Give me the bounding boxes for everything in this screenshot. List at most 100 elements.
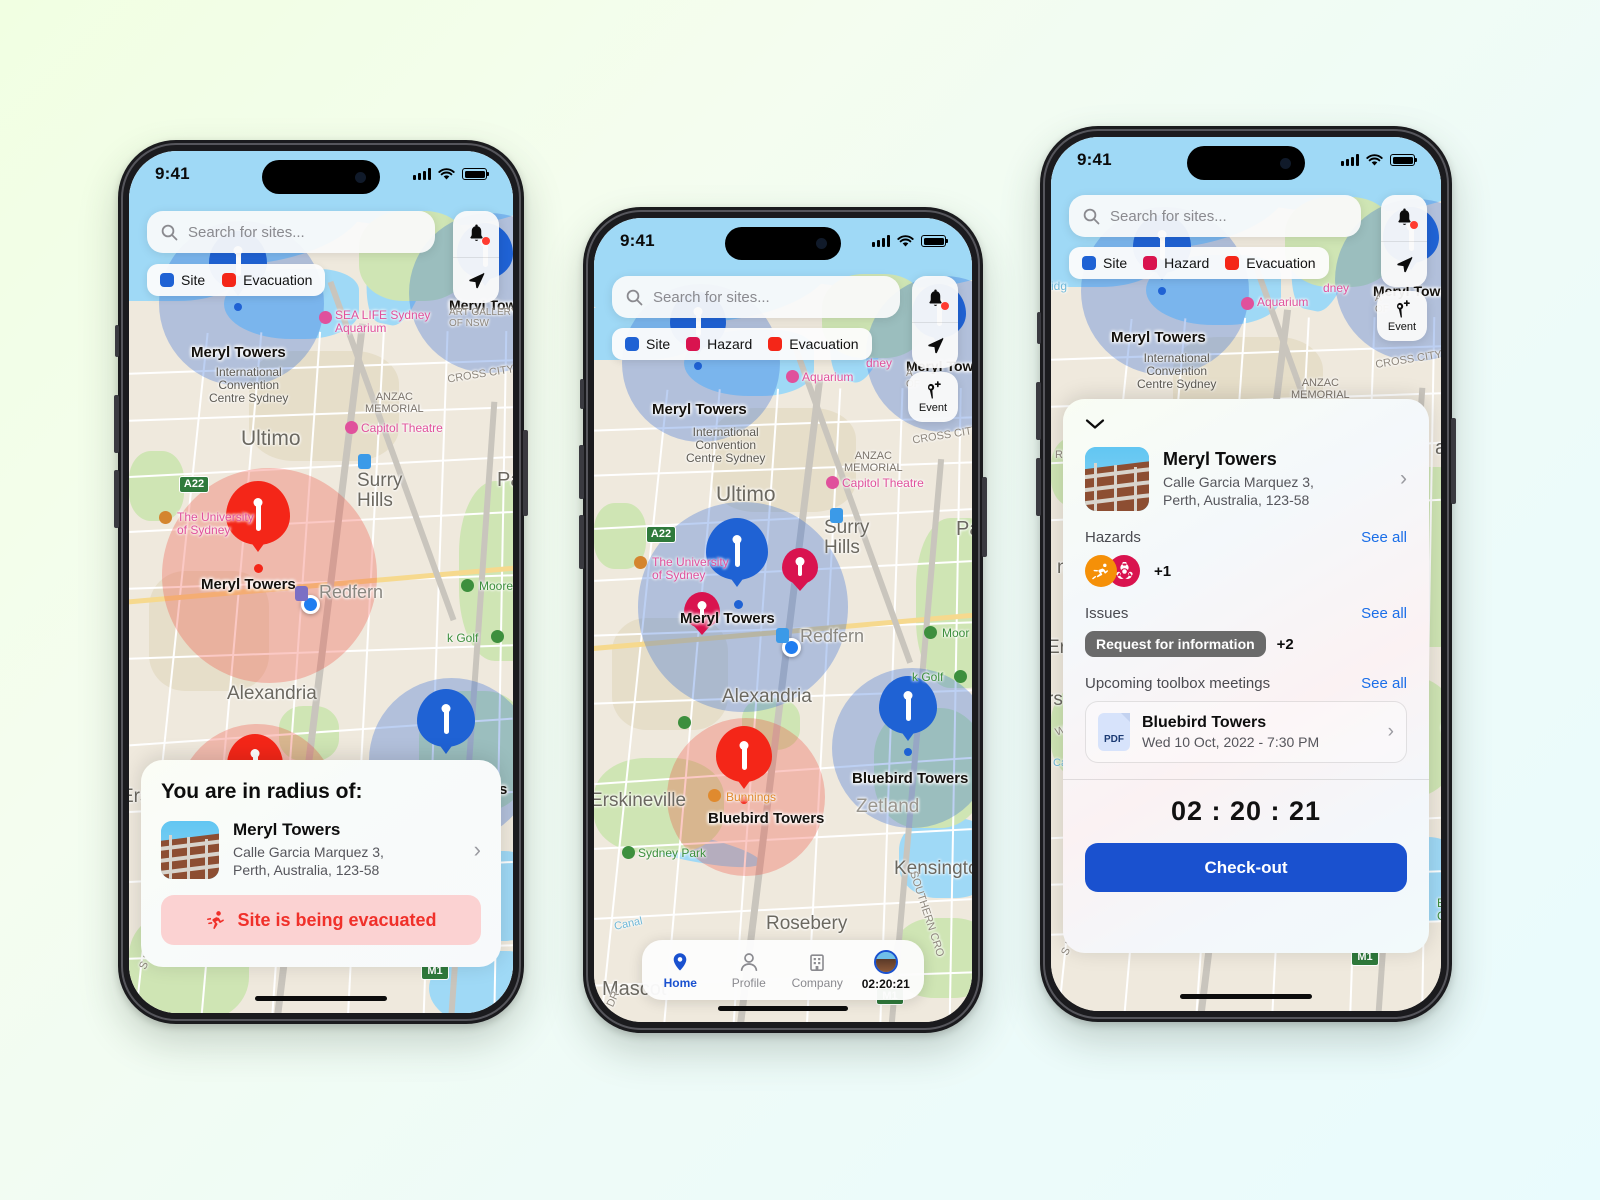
tab-label-timer: 02:20:21 (861, 976, 910, 991)
map-label-convention-centre-2: International Convention Centre Sydney (686, 425, 766, 465)
issue-chip-request-for-information[interactable]: Request for information (1085, 631, 1266, 657)
home-indicator-1 (255, 996, 387, 1001)
running-person-icon (207, 910, 225, 929)
issues-more-count: +2 (1276, 635, 1294, 653)
add-event-button-3[interactable]: Event (1377, 291, 1427, 341)
wifi-icon-2 (897, 234, 914, 246)
notifications-button[interactable] (453, 211, 499, 257)
map-controls-2 (912, 276, 958, 368)
battery-icon (462, 168, 487, 180)
map-legend-1: Site Evacuation (147, 264, 326, 296)
legend-label-site-2: Site (646, 336, 671, 352)
tab-timer[interactable]: 02:20:21 (852, 949, 921, 991)
site-address-line-2: Perth, Australia, 123-58 (233, 862, 380, 878)
site-summary-row[interactable]: Meryl Towers Calle Garcia Marquez 3, Per… (161, 820, 481, 879)
map-pin-evacuation-bluebird-2[interactable] (716, 726, 772, 782)
map-label-university-of-sydney: The University of Sydney (177, 510, 254, 537)
map-pin-site-bluebird[interactable] (417, 689, 475, 747)
site-detail-row[interactable]: Meryl Towers Calle Garcia Marquez 3, Per… (1085, 447, 1407, 511)
map-label-meryl-towers-n2: Meryl Towers (652, 401, 747, 418)
check-out-button[interactable]: Check-out (1085, 843, 1407, 892)
issues-list: Request for information +2 (1085, 631, 1407, 657)
poi-dot-moore-park-2 (924, 626, 937, 639)
meeting-name: Bluebird Towers (1142, 714, 1267, 731)
hazards-label: Hazards (1085, 529, 1141, 546)
front-camera-icon-3 (1280, 157, 1291, 169)
search-placeholder-3: Search for sites... (1110, 207, 1227, 225)
status-bar-3: 9:41 (1051, 137, 1441, 183)
tab-profile[interactable]: Profile (715, 951, 784, 990)
map-label-rosebery-2: Rosebery (766, 913, 848, 934)
search-input-2[interactable]: Search for sites... (612, 276, 900, 318)
cellular-bars-icon-3 (1341, 154, 1359, 166)
add-event-label: Event (918, 401, 948, 414)
slip-fall-glyph (1091, 563, 1108, 579)
add-event-button-2[interactable]: Event (908, 372, 958, 422)
locate-me-button-3[interactable] (1381, 241, 1427, 287)
meetings-header: Upcoming toolbox meetings See all (1085, 675, 1407, 692)
collapse-sheet-button[interactable] (1085, 413, 1407, 435)
poi-dot-university (159, 511, 172, 524)
home-indicator-3 (1180, 994, 1312, 999)
hazards-see-all[interactable]: See all (1361, 529, 1407, 546)
add-event-label-3: Event (1387, 320, 1417, 333)
map-label-aquarium-3: Aquarium (1257, 295, 1309, 309)
search-input-3[interactable]: Search for sites... (1069, 195, 1361, 237)
legend-swatch-evacuation-3 (1225, 256, 1240, 270)
map-label-convention-centre-3: International Convention Centre Sydney (1137, 351, 1217, 391)
map-label-zetland-2: Zetland (856, 796, 920, 817)
legend-swatch-site-2 (625, 337, 639, 351)
legend-item-hazard-2: Hazard (686, 336, 752, 352)
slip-fall-icon[interactable] (1085, 555, 1117, 587)
meeting-item[interactable]: PDF Bluebird Towers Wed 10 Oct, 2022 - 7… (1085, 701, 1407, 763)
map-label-redfern: Redfern (319, 582, 384, 602)
map-label-bluebird-towers-s2: Bluebird Towers (708, 810, 825, 827)
map-pin-site-bluebird-2[interactable] (879, 676, 937, 734)
map-label-ultimo-2: Ultimo (716, 483, 776, 506)
map-label-anzac-memorial-2: ANZAC MEMORIAL (844, 450, 903, 474)
status-time-2: 9:41 (620, 231, 655, 250)
map-label-rs-3: rs (1051, 689, 1063, 710)
chevron-right-icon[interactable]: › (474, 837, 481, 863)
in-radius-card: You are in radius of: Meryl Towers Calle… (141, 760, 501, 967)
notifications-button-2[interactable] (912, 276, 958, 322)
status-bar-1: 9:41 (129, 151, 513, 197)
locate-me-button[interactable] (453, 257, 499, 303)
hazards-more-count: +1 (1154, 562, 1172, 580)
poi-dot-capitol-2 (826, 476, 839, 489)
legend-swatch-hazard-3 (1143, 256, 1158, 270)
poi-dot-station-redfern-2 (776, 628, 789, 643)
meeting-chevron-icon[interactable]: › (1388, 721, 1394, 743)
notifications-button-3[interactable] (1381, 195, 1427, 241)
status-time: 9:41 (155, 164, 190, 183)
map-label-sydney-2: dney (866, 356, 893, 370)
notification-badge-2 (941, 302, 949, 310)
map-label-east-golf-3: EaGo (1437, 897, 1441, 923)
status-icons (413, 167, 487, 181)
search-icon-2 (626, 289, 643, 305)
map-pin-hazard-1[interactable] (782, 548, 818, 584)
legend-item-site-3: Site (1082, 255, 1127, 271)
map-label-meryl-towers: Meryl Towers (191, 344, 286, 361)
map-label-capitol-theatre-2: Capitol Theatre (842, 476, 924, 490)
map-label-aquarium-2: Aquarium (802, 370, 854, 384)
notification-badge-3 (1410, 221, 1418, 229)
locate-me-button-2[interactable] (912, 322, 958, 368)
phone-3: Meryl Towers Meryl Towers dney Aquarium … (1036, 126, 1456, 1022)
issues-see-all[interactable]: See all (1361, 605, 1407, 622)
map-label-paddington-2: Pa (956, 518, 972, 540)
phone-1: Meryl Towers Meryl Towers Meryl Towers B… (114, 140, 528, 1024)
tab-home[interactable]: Home (646, 951, 715, 990)
phone-2-screen: Meryl Towers Meryl Towers Meryl Towers B… (594, 218, 972, 1022)
evacuation-status-banner[interactable]: Site is being evacuated (161, 895, 481, 945)
poi-dot-sydney-park-2 (622, 846, 635, 859)
map-label-sea-life-aquarium: SEA LIFE Sydney Aquarium (335, 308, 431, 335)
map-legend-3: Site Hazard Evacuation (1069, 247, 1329, 279)
meetings-see-all[interactable]: See all (1361, 675, 1407, 692)
map-label-redfern-2: Redfern (800, 626, 865, 646)
chevron-right-icon-3[interactable]: › (1400, 467, 1407, 491)
tab-company[interactable]: Company (783, 951, 852, 990)
search-input-1[interactable]: Search for sites... (147, 211, 435, 253)
map-controls-3 (1381, 195, 1427, 287)
phone-3-screen: Meryl Towers Meryl Towers dney Aquarium … (1051, 137, 1441, 1011)
